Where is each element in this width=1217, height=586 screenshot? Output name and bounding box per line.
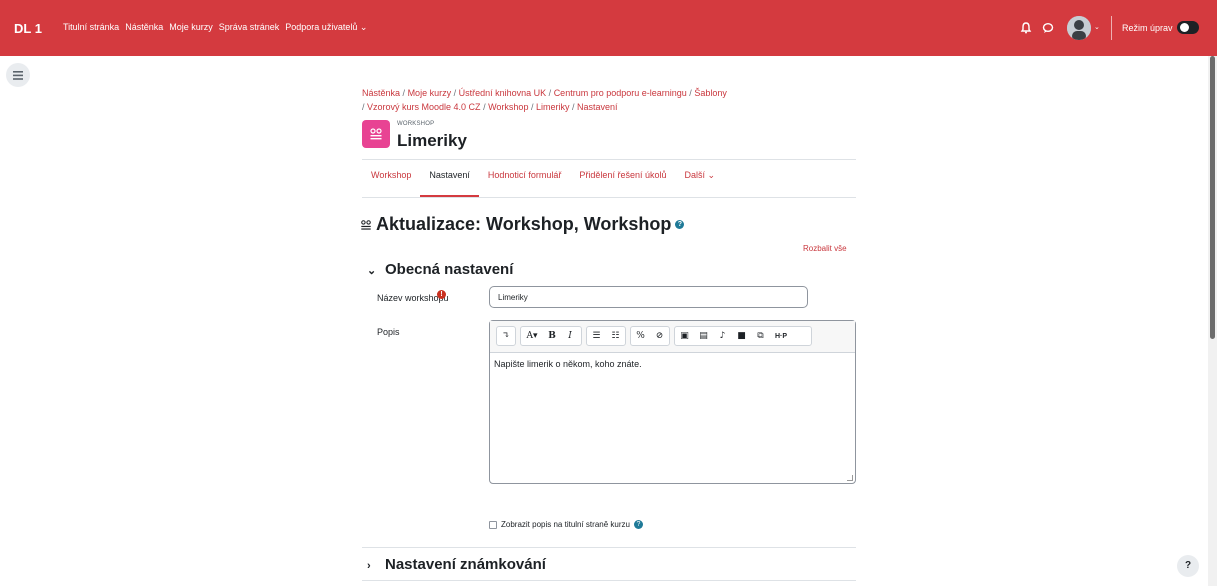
toolbar-group: ▣ ▤ ♪ ■ ⧉ H·P [674, 326, 812, 346]
workshop-small-icon [361, 219, 371, 230]
tab-more[interactable]: Další ⌄ [675, 170, 724, 197]
media-icon[interactable]: ▤ [694, 327, 713, 345]
section-grading-title: Nastavení známkování [385, 556, 546, 573]
h5p-icon[interactable]: H·P [770, 327, 792, 345]
description-label: Popis [377, 327, 400, 337]
page-heading: Aktualizace: Workshop, Workshop ? [360, 214, 685, 235]
ordered-list-icon[interactable]: ☷ [606, 327, 625, 345]
site-brand[interactable]: DL 1 [14, 21, 42, 36]
nav-dashboard[interactable]: Nástěnka [125, 22, 163, 33]
secondary-nav: Workshop Nastavení Hodnoticí formulář Př… [362, 170, 724, 197]
show-description-row: Zobrazit popis na titulní straně kurzu ? [489, 520, 643, 529]
breadcrumb-item[interactable]: Limeriky [536, 102, 570, 112]
tab-settings[interactable]: Nastavení [420, 170, 479, 197]
expand-all-link[interactable]: Rozbalit vše [803, 244, 847, 253]
help-icon[interactable]: ? [675, 220, 685, 229]
required-icon: ! [437, 290, 446, 299]
font-style-icon[interactable]: A▾ [521, 327, 543, 345]
video-icon[interactable]: ■ [732, 327, 751, 345]
manage-files-icon[interactable]: ⧉ [751, 327, 770, 345]
workshop-icon [362, 120, 390, 148]
unlink-icon[interactable]: ⊘ [650, 327, 669, 345]
section-general-title: Obecná nastavení [385, 261, 514, 278]
nav-user-support[interactable]: Podpora uživatelů ⌄ [285, 22, 367, 33]
breadcrumb-item[interactable]: Nástěnka [362, 88, 400, 98]
help-button[interactable]: ? [1177, 555, 1199, 577]
divider [362, 197, 856, 198]
breadcrumb-item[interactable]: Moje kurzy [408, 88, 452, 98]
divider [362, 580, 856, 581]
primary-nav: Titulní stránka Nástěnka Moje kurzy Sprá… [63, 22, 367, 33]
edit-mode-toggle[interactable] [1177, 21, 1199, 34]
section-grading-header[interactable]: › Nastavení známkování [367, 556, 546, 573]
tab-allocation[interactable]: Přidělení řešení úkolů [570, 170, 675, 197]
editor-toolbar: ↴ A▾ B I ☰ ☷ % ⊘ ▣ ▤ ♪ ■ ⧉ H·P [490, 321, 855, 353]
chevron-right-icon: › [367, 560, 371, 572]
nav-divider [1111, 16, 1112, 40]
link-icon[interactable]: % [631, 327, 650, 345]
page-heading-text: Aktualizace: Workshop, Workshop [376, 214, 672, 234]
breadcrumb: Nástěnka / Moje kurzy / Ústřední knihovn… [362, 86, 802, 114]
tab-workshop[interactable]: Workshop [362, 170, 420, 197]
section-general-header[interactable]: ⌄ Obecná nastavení [367, 261, 513, 278]
toolbar-group: A▾ B I [520, 326, 582, 346]
breadcrumb-item[interactable]: Centrum pro podporu e-learningu [554, 88, 687, 98]
unordered-list-icon[interactable]: ☰ [587, 327, 606, 345]
bell-icon[interactable] [1020, 22, 1032, 34]
breadcrumb-item[interactable]: Ústřední knihovna UK [459, 88, 547, 98]
page-title: Limeriky [397, 131, 467, 150]
editor-content[interactable]: Napište limerik o někom, koho znáte. [494, 359, 642, 369]
workshop-name-input[interactable]: Limeriky [489, 286, 808, 308]
microphone-icon[interactable]: ♪ [713, 327, 732, 345]
description-editor[interactable]: ↴ A▾ B I ☰ ☷ % ⊘ ▣ ▤ ♪ ■ ⧉ H·P Napište l… [489, 320, 856, 484]
list-icon [13, 70, 23, 80]
nav-site-admin[interactable]: Správa stránek [219, 22, 280, 33]
scrollbar-thumb[interactable] [1210, 56, 1215, 339]
breadcrumb-item[interactable]: Nastavení [577, 102, 618, 112]
toolbar-group: % ⊘ [630, 326, 670, 346]
toolbar-group: ☰ ☷ [586, 326, 626, 346]
nav-home[interactable]: Titulní stránka [63, 22, 119, 33]
italic-icon[interactable]: I [561, 327, 579, 345]
image-icon[interactable]: ▣ [675, 327, 694, 345]
chat-icon[interactable] [1042, 22, 1054, 34]
tab-assessment-form[interactable]: Hodnoticí formulář [479, 170, 571, 197]
divider [362, 159, 856, 160]
activity-pretitle: WORKSHOP [397, 121, 435, 127]
toggle-toolbar-icon[interactable]: ↴ [497, 327, 515, 345]
page-scrollbar[interactable] [1208, 56, 1217, 586]
help-icon[interactable]: ? [633, 520, 643, 529]
chevron-down-icon: ⌄ [367, 265, 377, 277]
user-avatar[interactable] [1067, 16, 1091, 40]
edit-mode-label: Režim úprav [1122, 23, 1173, 33]
top-navbar: DL 1 Titulní stránka Nástěnka Moje kurzy… [0, 0, 1217, 56]
divider [362, 547, 856, 548]
bold-icon[interactable]: B [543, 327, 561, 345]
resize-handle[interactable] [847, 475, 853, 481]
breadcrumb-item[interactable]: Workshop [488, 102, 528, 112]
breadcrumb-item[interactable]: Šablony [694, 88, 727, 98]
nav-my-courses[interactable]: Moje kurzy [169, 22, 213, 33]
breadcrumb-item[interactable]: Vzorový kurs Moodle 4.0 CZ [367, 102, 481, 112]
course-index-button[interactable] [6, 63, 30, 87]
avatar-image [1067, 16, 1091, 40]
show-description-label: Zobrazit popis na titulní straně kurzu [501, 520, 630, 529]
toolbar-group: ↴ [496, 326, 516, 346]
show-description-checkbox[interactable] [489, 520, 497, 529]
chevron-down-icon[interactable]: ⌄ [1094, 23, 1102, 31]
